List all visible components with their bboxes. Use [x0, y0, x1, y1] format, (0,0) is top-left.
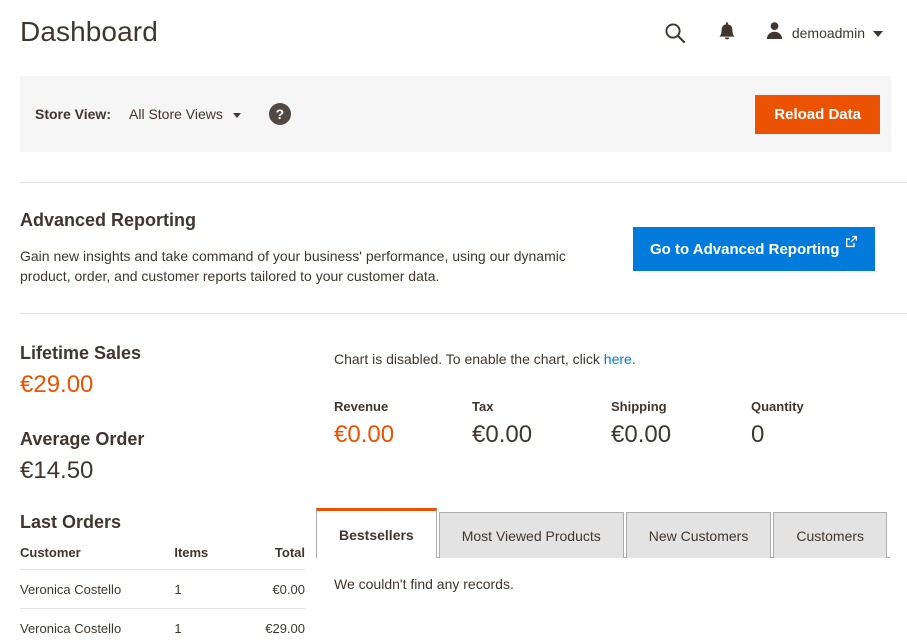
- section-divider: [20, 313, 907, 314]
- search-icon: [664, 22, 686, 44]
- section-divider: [20, 182, 907, 183]
- user-avatar-icon: [765, 21, 784, 45]
- order-totals-row: Revenue €0.00 Tax €0.00 Shipping €0.00 Q…: [334, 398, 894, 451]
- total-revenue-value: €0.00: [334, 421, 395, 448]
- sales-summary-column: Lifetime Sales €29.00 Average Order €14.…: [20, 340, 305, 640]
- chevron-down-icon: [873, 31, 883, 37]
- header-actions: demoadmin: [649, 14, 893, 52]
- column-header-customer: Customer: [20, 545, 175, 570]
- advanced-reporting-description: Gain new insights and take command of yo…: [20, 248, 566, 284]
- tab-most-viewed-products[interactable]: Most Viewed Products: [438, 512, 624, 558]
- dashboard-page: Dashboard demoadmin Store View: All Stor…: [0, 0, 907, 640]
- tab-bestsellers[interactable]: Bestsellers: [316, 508, 437, 558]
- help-icon[interactable]: ?: [268, 103, 291, 125]
- table-row[interactable]: Veronica Costello 1 €0.00: [20, 569, 305, 609]
- store-view-label: Store View:: [35, 106, 111, 122]
- cell-items: 1: [174, 569, 245, 609]
- total-quantity-label: Quantity: [751, 399, 804, 414]
- total-shipping-value: €0.00: [611, 421, 672, 448]
- advanced-reporting-section: Advanced Reporting Gain new insights and…: [20, 207, 907, 286]
- lifetime-sales-value: €29.00: [20, 371, 94, 398]
- total-quantity-value: 0: [751, 421, 765, 448]
- dashboard-tabs: Bestsellers Most Viewed Products New Cus…: [316, 508, 907, 592]
- average-order-block: Average Order €14.50: [20, 426, 305, 487]
- total-revenue-label: Revenue: [334, 399, 389, 414]
- chart-disabled-text-suffix: .: [631, 351, 636, 367]
- store-view-bar: Store View: All Store Views ? Reload Dat…: [20, 76, 891, 152]
- tab-strip: Bestsellers Most Viewed Products New Cus…: [316, 508, 907, 558]
- store-view-select[interactable]: All Store Views: [129, 106, 241, 122]
- table-row[interactable]: Veronica Costello 1 €29.00: [20, 608, 305, 640]
- chart-disabled-message: Chart is disabled. To enable the chart, …: [334, 348, 894, 370]
- chevron-down-icon: [232, 112, 241, 118]
- average-order-value: €14.50: [20, 457, 94, 484]
- reload-data-button[interactable]: Reload Data: [755, 95, 880, 134]
- notifications-button[interactable]: [701, 14, 753, 52]
- table-header-row: Customer Items Total: [20, 545, 305, 570]
- chart-and-totals-column: Chart is disabled. To enable the chart, …: [334, 348, 894, 448]
- cell-customer: Veronica Costello: [20, 608, 175, 640]
- total-tax: Tax €0.00: [472, 398, 611, 451]
- total-tax-label: Tax: [472, 399, 494, 414]
- lifetime-sales-label: Lifetime Sales: [20, 343, 142, 363]
- tab-customers[interactable]: Customers: [773, 512, 888, 558]
- last-orders-table: Customer Items Total Veronica Costello 1…: [20, 545, 305, 640]
- go-to-advanced-reporting-label: Go to Advanced Reporting: [650, 240, 840, 258]
- average-order-label: Average Order: [20, 429, 145, 449]
- total-shipping-label: Shipping: [611, 399, 667, 414]
- page-title: Dashboard: [20, 16, 158, 47]
- cell-items: 1: [174, 608, 245, 640]
- go-to-advanced-reporting-button[interactable]: Go to Advanced Reporting: [633, 227, 876, 271]
- total-shipping: Shipping €0.00: [611, 398, 751, 451]
- enable-chart-link[interactable]: here: [604, 351, 632, 367]
- cell-total: €0.00: [244, 569, 305, 609]
- search-button[interactable]: [649, 14, 701, 52]
- user-name-label: demoadmin: [791, 25, 865, 41]
- store-view-selected-value: All Store Views: [129, 106, 223, 122]
- lifetime-sales-block: Lifetime Sales €29.00: [20, 340, 305, 401]
- total-revenue: Revenue €0.00: [334, 398, 472, 451]
- column-header-total: Total: [244, 545, 305, 570]
- tab-new-customers[interactable]: New Customers: [625, 512, 772, 558]
- cell-total: €29.00: [244, 608, 305, 640]
- bell-icon: [717, 22, 737, 44]
- total-quantity: Quantity 0: [751, 398, 891, 451]
- column-header-items: Items: [174, 545, 245, 570]
- chart-disabled-text: Chart is disabled. To enable the chart, …: [334, 351, 604, 367]
- total-tax-value: €0.00: [472, 421, 533, 448]
- user-menu[interactable]: demoadmin: [753, 14, 893, 52]
- tab-panel-empty-message: We couldn't find any records.: [334, 576, 514, 592]
- external-link-icon: [845, 235, 858, 248]
- last-orders-title: Last Orders: [20, 512, 122, 532]
- page-header: Dashboard demoadmin: [0, 0, 907, 66]
- cell-customer: Veronica Costello: [20, 569, 175, 609]
